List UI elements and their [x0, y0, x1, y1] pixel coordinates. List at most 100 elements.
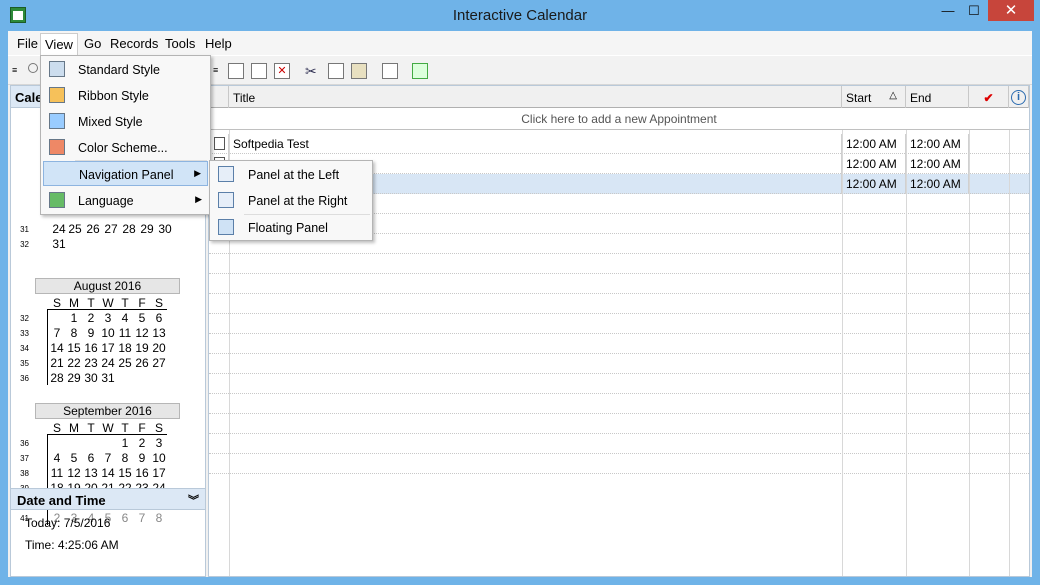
calendar-day[interactable]: 5 [66, 451, 82, 465]
calendar-day[interactable]: 16 [134, 466, 150, 480]
calendar-day[interactable]: 21 [49, 356, 65, 370]
calendar-day[interactable]: 25 [67, 222, 83, 236]
cell-end[interactable]: 12:00 AM [906, 174, 969, 194]
calendar-day[interactable]: 20 [151, 341, 167, 355]
calendar-day[interactable]: 11 [49, 466, 65, 480]
calendar-day[interactable]: 6 [117, 511, 133, 525]
calendar-day[interactable]: 4 [117, 311, 133, 325]
calendar-day[interactable]: 9 [134, 451, 150, 465]
maximize-button[interactable]: ☐ [961, 0, 987, 21]
delete-appointment-icon[interactable]: ✕ [274, 63, 290, 79]
calendar-day[interactable]: 27 [151, 356, 167, 370]
menu-tools[interactable]: Tools [163, 36, 197, 51]
calendar-day[interactable]: 30 [157, 222, 173, 236]
view-menu-item[interactable]: Navigation Panel ▶ [43, 161, 208, 186]
calendar-day[interactable]: 14 [100, 466, 116, 480]
calendar-day[interactable]: 1 [66, 311, 82, 325]
navigation-submenu-item[interactable]: Floating Panel [212, 215, 370, 240]
calendar-day[interactable]: 30 [83, 371, 99, 385]
calendar-day[interactable]: 22 [66, 356, 82, 370]
menu-records[interactable]: Records [108, 36, 160, 51]
cut-icon[interactable]: ✂ [305, 63, 321, 79]
calendar-day[interactable]: 1 [117, 436, 133, 450]
month-title[interactable]: August 2016 [35, 278, 180, 294]
view-menu-item[interactable]: Color Scheme... [43, 135, 208, 160]
menu-help[interactable]: Help [203, 36, 234, 51]
calendar-day[interactable]: 12 [66, 466, 82, 480]
view-menu-item[interactable]: Ribbon Style [43, 83, 208, 108]
checked-calendar-icon[interactable] [412, 63, 428, 79]
view-menu-item[interactable]: Standard Style [43, 57, 208, 82]
cell-end[interactable]: 12:00 AM [906, 134, 969, 154]
navigation-submenu-item[interactable]: Panel at the Right [212, 188, 370, 213]
column-start[interactable]: Start △ [842, 86, 906, 108]
calendar-day[interactable]: 11 [117, 326, 133, 340]
calendar-day[interactable]: 15 [66, 341, 82, 355]
calendar-day[interactable]: 7 [134, 511, 150, 525]
calendar-day[interactable]: 14 [49, 341, 65, 355]
calendar-day[interactable]: 23 [83, 356, 99, 370]
menu-go[interactable]: Go [82, 36, 103, 51]
cell-start[interactable]: 12:00 AM [842, 174, 906, 194]
paste-icon[interactable] [351, 63, 367, 79]
checkmark-icon[interactable]: ✔ [969, 86, 1009, 108]
calendar-day[interactable]: 26 [134, 356, 150, 370]
copy-icon[interactable] [328, 63, 344, 79]
calendar-day[interactable]: 29 [66, 371, 82, 385]
calendar-day[interactable]: 10 [151, 451, 167, 465]
calendar-day[interactable]: 7 [100, 451, 116, 465]
calendar-day[interactable]: 9 [83, 326, 99, 340]
calendar-day[interactable]: 18 [117, 341, 133, 355]
calendar-day[interactable]: 15 [117, 466, 133, 480]
date-time-header[interactable]: Date and Time ︾ [11, 488, 205, 510]
title-bar[interactable]: Interactive Calendar — ☐ ✕ [0, 0, 1040, 31]
calendar-day[interactable]: 6 [151, 311, 167, 325]
calendar-day[interactable]: 8 [117, 451, 133, 465]
calendar-day[interactable]: 31 [100, 371, 116, 385]
calendar-day[interactable]: 3 [151, 436, 167, 450]
calendar-day[interactable]: 24 [100, 356, 116, 370]
new-appointment-icon[interactable] [228, 63, 244, 79]
calendar-day[interactable]: 8 [66, 326, 82, 340]
chevron-down-icon[interactable]: ︾ [188, 492, 199, 508]
calendar-day[interactable]: 13 [151, 326, 167, 340]
cell-start[interactable]: 12:00 AM [842, 134, 906, 154]
calendar-day[interactable]: 24 [51, 222, 67, 236]
calendar-day[interactable]: 13 [83, 466, 99, 480]
minimize-button[interactable]: — [935, 0, 961, 21]
calendar-day[interactable]: 25 [117, 356, 133, 370]
calendar-day[interactable]: 16 [83, 341, 99, 355]
cell-start[interactable]: 12:00 AM [842, 154, 906, 174]
calendar-day[interactable]: 7 [49, 326, 65, 340]
calendar-day[interactable]: 12 [134, 326, 150, 340]
calendar-day[interactable]: 2 [134, 436, 150, 450]
calendar-day[interactable]: 8 [151, 511, 167, 525]
calendar-day[interactable]: 17 [100, 341, 116, 355]
calendar-day[interactable]: 4 [49, 451, 65, 465]
calendar-day[interactable]: 31 [51, 237, 67, 251]
cell-end[interactable]: 12:00 AM [906, 154, 969, 174]
calendar-day[interactable]: 10 [100, 326, 116, 340]
task-list-icon[interactable] [382, 63, 398, 79]
calendar-day[interactable]: 2 [83, 311, 99, 325]
month-title[interactable]: September 2016 [35, 403, 180, 419]
search-icon[interactable] [28, 63, 38, 73]
navigation-submenu-item[interactable]: Panel at the Left [212, 162, 370, 187]
edit-appointment-icon[interactable] [251, 63, 267, 79]
calendar-day[interactable]: 26 [85, 222, 101, 236]
calendar-day[interactable]: 27 [103, 222, 119, 236]
calendar-day[interactable]: 6 [83, 451, 99, 465]
calendar-day[interactable]: 17 [151, 466, 167, 480]
calendar-day[interactable]: 28 [121, 222, 137, 236]
column-title[interactable]: Title [229, 86, 842, 108]
column-end[interactable]: End [906, 86, 969, 108]
add-appointment-row[interactable]: Click here to add a new Appointment [209, 108, 1029, 130]
menu-file[interactable]: File [15, 36, 40, 51]
close-button[interactable]: ✕ [988, 0, 1034, 21]
calendar-day[interactable]: 19 [134, 341, 150, 355]
calendar-day[interactable]: 29 [139, 222, 155, 236]
cell-title[interactable]: Softpedia Test [229, 134, 842, 154]
view-menu-item[interactable]: Language ▶ [43, 188, 208, 213]
calendar-day[interactable]: 5 [134, 311, 150, 325]
calendar-day[interactable]: 28 [49, 371, 65, 385]
